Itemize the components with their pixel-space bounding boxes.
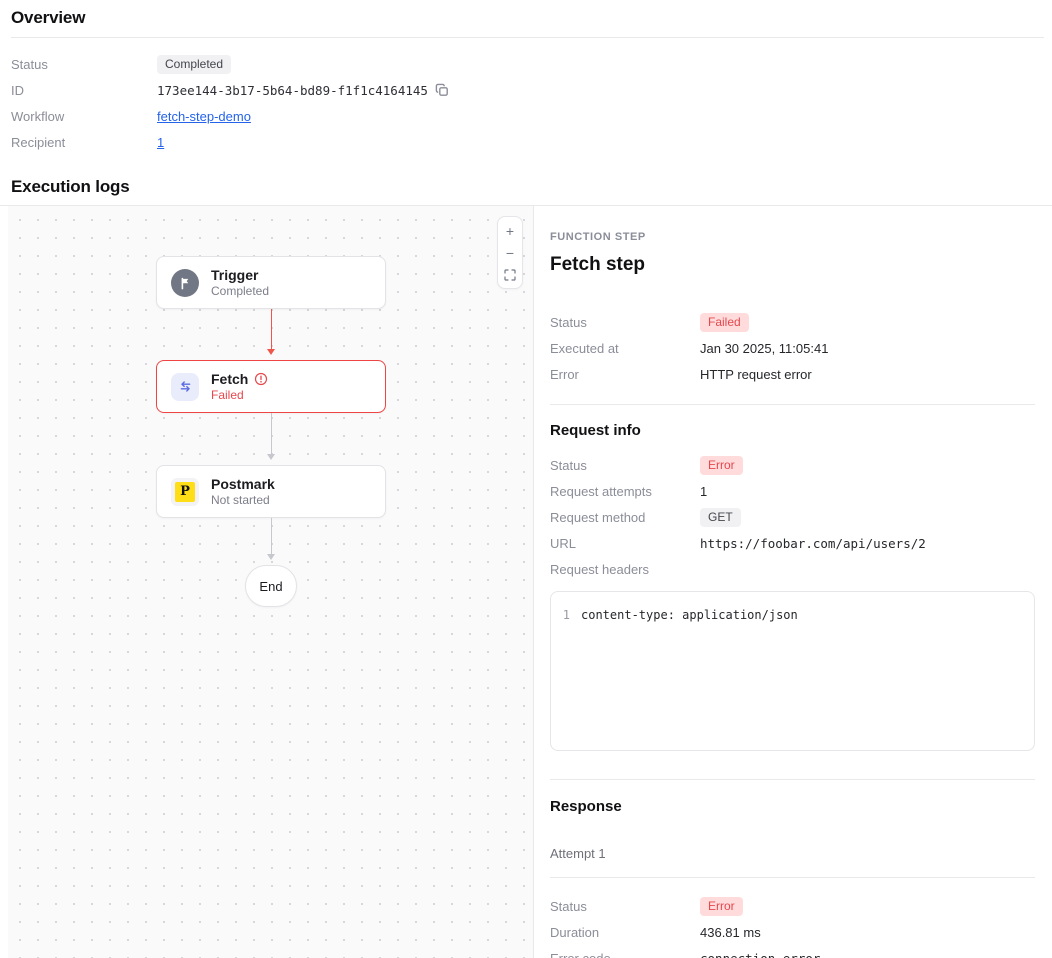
response-title: Response	[550, 798, 1035, 815]
divider	[550, 779, 1035, 780]
step-status-row: Status Failed	[550, 309, 1035, 335]
error-value: HTTP request error	[700, 367, 812, 382]
status-label: Status	[550, 315, 700, 330]
edge-postmark-to-end	[271, 518, 273, 558]
node-end[interactable]: End	[245, 565, 297, 607]
minus-icon: −	[506, 246, 514, 260]
recipient-label: Recipient	[11, 135, 157, 150]
end-label: End	[259, 579, 282, 594]
request-method-row: Request method GET	[550, 504, 1035, 530]
step-detail-panel: FUNCTION STEP Fetch step Status Failed E…	[534, 206, 1052, 958]
request-headers-row: Request headers	[550, 556, 1035, 582]
postmark-icon: P	[171, 478, 199, 506]
status-label: Status	[550, 458, 700, 473]
workflow-canvas[interactable]: Trigger Completed Fetch	[8, 206, 534, 958]
response-status-row: Status Error	[550, 893, 1035, 919]
status-badge: Error	[700, 456, 743, 475]
status-badge: Failed	[700, 313, 749, 332]
zoom-in-button[interactable]: +	[499, 220, 521, 241]
transfer-arrows-icon	[171, 373, 199, 401]
node-title: Postmark	[211, 476, 275, 492]
overview-workflow-row: Workflow fetch-step-demo	[11, 103, 1044, 129]
workflow-label: Workflow	[11, 109, 157, 124]
executed-at-value: Jan 30 2025, 11:05:41	[700, 341, 828, 356]
step-executed-row: Executed at Jan 30 2025, 11:05:41	[550, 335, 1035, 361]
request-attempts-row: Request attempts 1	[550, 478, 1035, 504]
overview-rows: Status Completed ID 173ee144-3b17-5b64-b…	[11, 38, 1044, 155]
status-label: Status	[11, 57, 157, 72]
node-postmark[interactable]: P Postmark Not started	[156, 465, 386, 518]
workflow-link[interactable]: fetch-step-demo	[157, 109, 251, 124]
line-number: 1	[551, 606, 581, 624]
postmark-logo: P	[175, 482, 195, 502]
step-title: Fetch step	[550, 254, 1035, 276]
response-duration-row: Duration 436.81 ms	[550, 919, 1035, 945]
step-error-row: Error HTTP request error	[550, 361, 1035, 387]
node-trigger[interactable]: Trigger Completed	[156, 256, 386, 309]
node-title: Trigger	[211, 267, 269, 283]
fit-view-button[interactable]	[499, 264, 521, 285]
alert-circle-icon	[254, 372, 268, 386]
node-fetch[interactable]: Fetch Failed	[156, 360, 386, 413]
transaction-id: 173ee144-3b17-5b64-bd89-f1f1c4164145	[157, 83, 428, 98]
execution-logs-title: Execution logs	[11, 177, 1044, 197]
overview-id-row: ID 173ee144-3b17-5b64-bd89-f1f1c4164145	[11, 77, 1044, 103]
execution-details-page: Overview Status Completed ID 173ee144-3b…	[0, 0, 1052, 958]
fullscreen-icon	[504, 269, 516, 281]
execution-logs-header: Execution logs	[0, 155, 1052, 205]
node-status: Completed	[211, 284, 269, 298]
attempts-value: 1	[700, 484, 707, 499]
copy-icon[interactable]	[435, 83, 449, 97]
overview-title: Overview	[11, 8, 1044, 28]
recipient-link[interactable]: 1	[157, 135, 164, 150]
method-badge: GET	[700, 508, 741, 527]
node-title: Fetch	[211, 371, 248, 387]
zoom-out-button[interactable]: −	[499, 242, 521, 263]
request-url-row: URL https://foobar.com/api/users/2	[550, 530, 1035, 556]
id-label: ID	[11, 83, 157, 98]
error-code-label: Error code	[550, 951, 700, 958]
request-headers-code-block: 1 content-type: application/json	[550, 591, 1035, 751]
step-type-kicker: FUNCTION STEP	[550, 231, 1035, 243]
attempt-label: Attempt 1	[550, 846, 1035, 878]
response-error-code-row: Error code connection_error	[550, 945, 1035, 958]
status-badge: Completed	[157, 55, 231, 74]
node-status: Not started	[211, 493, 275, 507]
execution-workspace: Trigger Completed Fetch	[0, 205, 1052, 958]
executed-at-label: Executed at	[550, 341, 700, 356]
url-value: https://foobar.com/api/users/2	[700, 536, 926, 551]
response-rows: Status Error Duration 436.81 ms Error co…	[550, 893, 1035, 958]
code-line: 1 content-type: application/json	[551, 606, 1034, 624]
duration-value: 436.81 ms	[700, 925, 761, 940]
status-label: Status	[550, 899, 700, 914]
divider	[550, 404, 1035, 405]
url-label: URL	[550, 536, 700, 551]
overview-status-row: Status Completed	[11, 51, 1044, 77]
overview-recipient-row: Recipient 1	[11, 129, 1044, 155]
request-info-title: Request info	[550, 422, 1035, 439]
error-code-value: connection_error	[700, 951, 820, 958]
node-status: Failed	[211, 388, 268, 402]
headers-label: Request headers	[550, 562, 700, 577]
edge-fetch-to-postmark	[271, 413, 273, 458]
canvas-controls: + −	[497, 216, 523, 289]
error-label: Error	[550, 367, 700, 382]
duration-label: Duration	[550, 925, 700, 940]
code-text: content-type: application/json	[581, 606, 798, 624]
status-badge: Error	[700, 897, 743, 916]
request-status-row: Status Error	[550, 452, 1035, 478]
method-label: Request method	[550, 510, 700, 525]
edge-trigger-to-fetch	[271, 309, 273, 353]
overview-section: Overview Status Completed ID 173ee144-3b…	[0, 0, 1052, 155]
plus-icon: +	[506, 224, 514, 238]
attempts-label: Request attempts	[550, 484, 700, 499]
flag-icon	[171, 269, 199, 297]
